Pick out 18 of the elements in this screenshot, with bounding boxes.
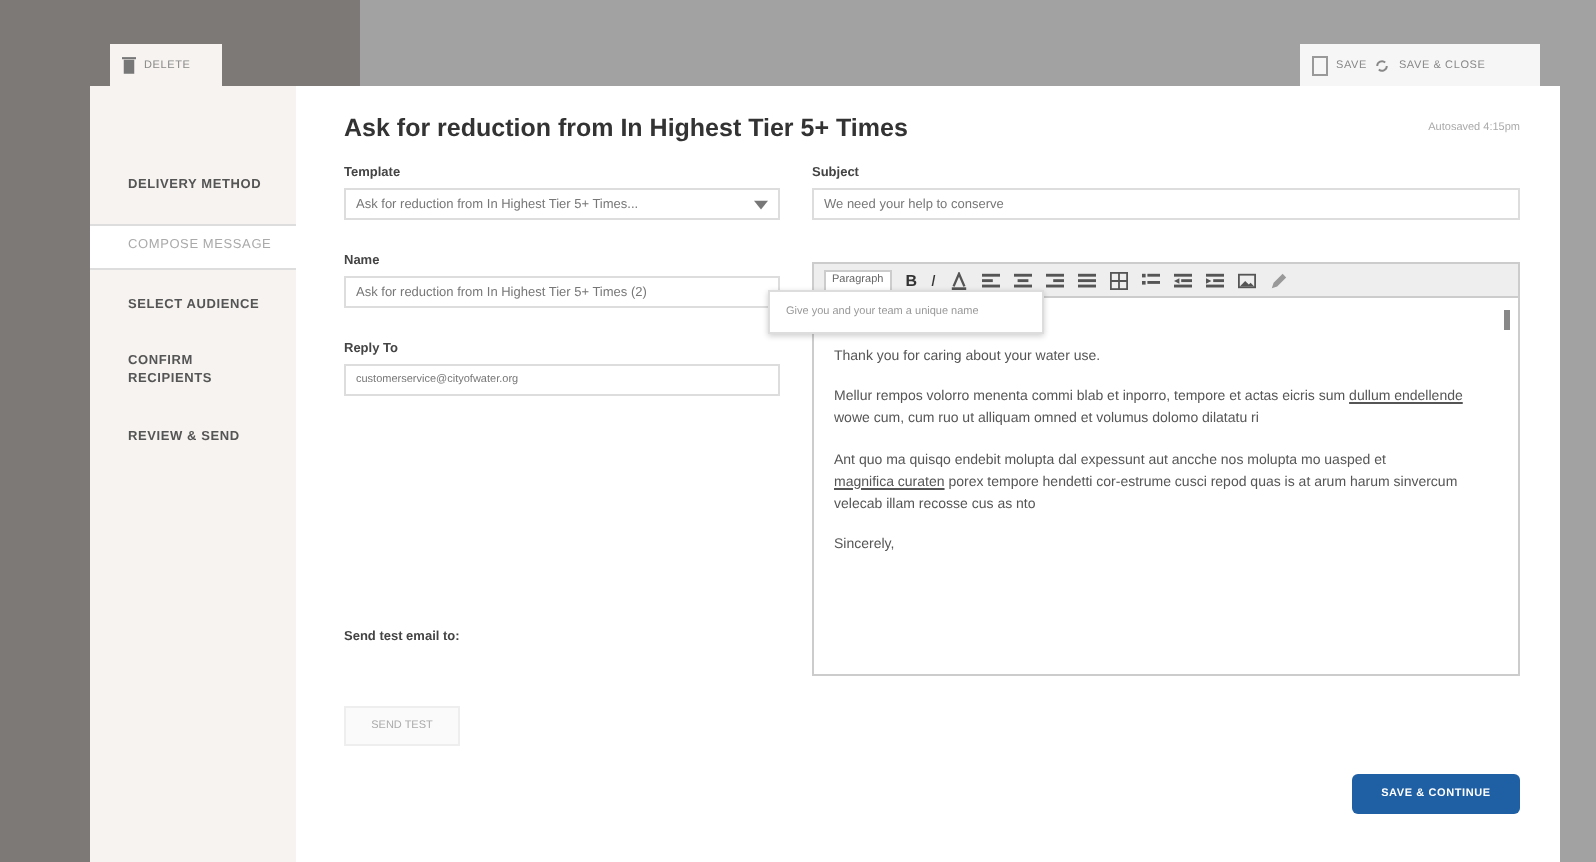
list-icon[interactable] [1141, 271, 1160, 289]
align-left-icon[interactable] [981, 271, 1000, 289]
italic-button[interactable]: I [930, 271, 936, 289]
color-icon[interactable] [949, 271, 968, 289]
scrollbar-thumb[interactable] [1504, 310, 1510, 330]
message-title: Ask for reduction from In Highest Tier 5+ Times [344, 114, 908, 142]
image-icon[interactable] [1237, 271, 1256, 289]
align-center-icon[interactable] [1013, 271, 1032, 289]
outdent-icon[interactable] [1173, 271, 1192, 289]
align-right-icon[interactable] [1045, 271, 1064, 289]
justify-icon[interactable] [1077, 271, 1096, 289]
document-icon [1312, 55, 1328, 75]
indent-icon[interactable] [1205, 271, 1224, 289]
refresh-icon [1374, 55, 1391, 75]
bold-button[interactable]: B [905, 271, 917, 289]
trash-icon [122, 56, 136, 74]
table-icon[interactable] [1109, 271, 1128, 289]
caret-icon [754, 199, 768, 209]
